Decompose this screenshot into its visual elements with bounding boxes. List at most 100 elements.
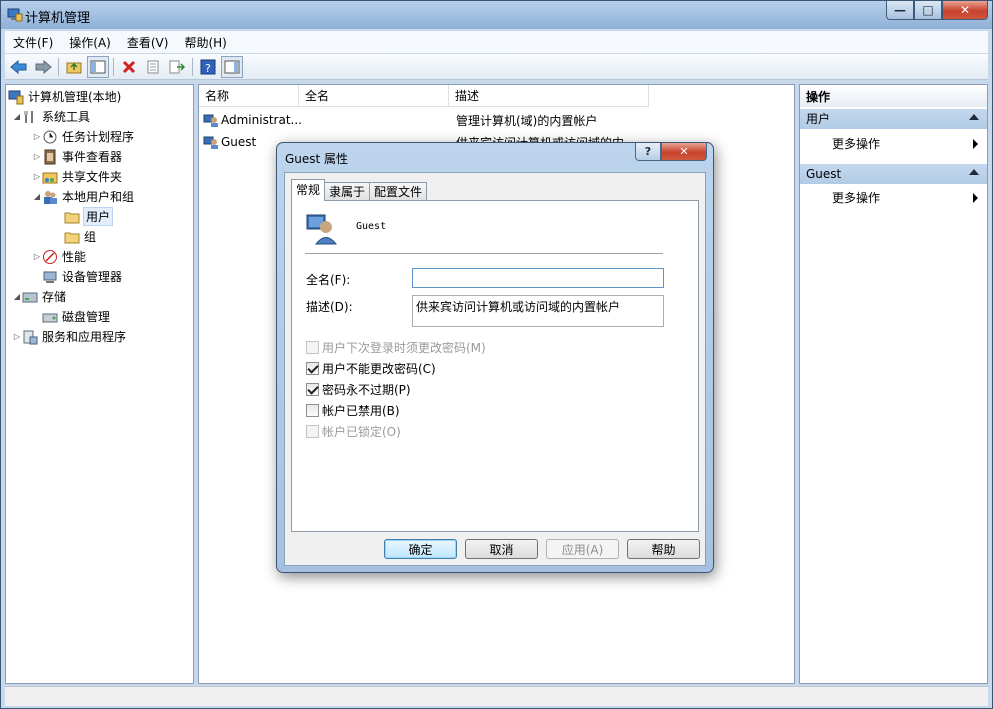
collapse-triangle-icon[interactable]: [969, 114, 979, 120]
shared-folder-icon: [42, 169, 58, 185]
help-button[interactable]: 帮助: [627, 539, 700, 559]
tree-label: 组: [84, 230, 97, 244]
folder-icon: [64, 229, 80, 245]
checkbox-label: 帐户已禁用(B): [322, 403, 400, 418]
tree-item-disk-management[interactable]: 磁盘管理: [42, 307, 110, 326]
password-never-expires-checkbox[interactable]: 密码永不过期(P): [306, 381, 411, 397]
more-actions-label: 更多操作: [832, 191, 881, 205]
actions-section-guest[interactable]: Guest: [800, 164, 987, 184]
list-cell-description: 管理计算机(域)的内置帐户: [456, 113, 598, 128]
cannot-change-password-checkbox[interactable]: 用户不能更改密码(C): [306, 360, 436, 376]
cancel-button[interactable]: 取消: [465, 539, 538, 559]
menu-action[interactable]: 操作(A): [61, 34, 119, 51]
tree-label: 本地用户和组: [62, 190, 135, 204]
folder-icon: [64, 209, 80, 225]
tree-label: 系统工具: [42, 110, 91, 124]
must-change-password-checkbox[interactable]: 用户下次登录时须更改密码(M): [306, 339, 486, 355]
dialog-help-button[interactable]: ?: [635, 143, 661, 161]
up-folder-icon[interactable]: [63, 56, 85, 78]
full-name-field[interactable]: [412, 268, 664, 288]
minimize-button[interactable]: —: [886, 1, 914, 20]
tree-item-device-manager[interactable]: 设备管理器: [42, 267, 122, 286]
tree-item-groups[interactable]: 组: [64, 227, 96, 246]
menu-help[interactable]: 帮助(H): [176, 34, 234, 51]
tree-label: 设备管理器: [62, 270, 123, 284]
tree-item-performance[interactable]: ▷ 性能: [32, 247, 86, 266]
window-title: 计算机管理: [25, 11, 91, 26]
checkbox-box[interactable]: [306, 403, 319, 417]
disk-management-icon: [42, 309, 58, 325]
apply-button[interactable]: 应用(A): [546, 539, 619, 559]
actions-header: 操作: [800, 87, 987, 107]
tree-item-users[interactable]: 用户: [64, 207, 114, 226]
column-header-full-name[interactable]: 全名: [299, 85, 449, 107]
device-manager-icon: [42, 269, 58, 285]
user-icon: [203, 112, 219, 128]
services-apps-icon: [22, 329, 38, 345]
actions-pane: 操作 用户 更多操作 Guest 更多操作: [799, 84, 988, 684]
user-icon: [203, 134, 219, 150]
menu-file[interactable]: 文件(F): [5, 34, 61, 51]
tree-item-local-users-groups[interactable]: ◢ 本地用户和组: [32, 187, 134, 206]
expand-arrow-icon[interactable]: ▷: [32, 172, 42, 181]
forward-arrow-icon[interactable]: [32, 56, 54, 78]
collapse-arrow-icon[interactable]: ◢: [12, 112, 22, 121]
account-disabled-checkbox[interactable]: 帐户已禁用(B): [306, 402, 400, 418]
tab-member-of[interactable]: 隶属于: [324, 182, 371, 201]
maximize-button[interactable]: □: [914, 1, 942, 20]
account-locked-checkbox[interactable]: 帐户已锁定(O): [306, 423, 401, 439]
collapse-triangle-icon[interactable]: [969, 169, 979, 175]
tree-item-system-tools[interactable]: ◢ 系统工具: [12, 107, 90, 126]
ok-button[interactable]: 确定: [384, 539, 457, 559]
toolbar-separator: [192, 57, 193, 76]
collapse-arrow-icon[interactable]: ◢: [32, 192, 42, 201]
expand-arrow-icon[interactable]: ▷: [32, 132, 42, 141]
more-actions-users[interactable]: 更多操作: [832, 135, 982, 153]
export-list-icon[interactable]: [166, 56, 188, 78]
checkbox-box[interactable]: [306, 361, 319, 375]
back-arrow-icon[interactable]: [8, 56, 30, 78]
dialog-body: 常规 隶属于 配置文件 Guest 全名(F): 描述(D): 供来宾访问计算机…: [284, 172, 706, 566]
toolbar-separator: [58, 57, 59, 76]
performance-icon: [42, 249, 58, 265]
tree-item-shared-folders[interactable]: ▷ 共享文件夹: [32, 167, 122, 186]
actions-section-users[interactable]: 用户: [800, 109, 987, 129]
computer-management-icon: [7, 8, 23, 22]
tab-general[interactable]: 常规: [291, 179, 326, 201]
tree-item-event-viewer[interactable]: ▷ 事件查看器: [32, 147, 122, 166]
close-button[interactable]: ✕: [942, 1, 988, 20]
dialog-tabs: 常规 隶属于 配置文件: [291, 179, 428, 201]
expand-arrow-icon[interactable]: ▷: [32, 152, 42, 161]
collapse-arrow-icon[interactable]: ◢: [12, 292, 22, 301]
system-tools-icon: [22, 109, 38, 125]
checkbox-box[interactable]: [306, 424, 319, 438]
more-actions-guest[interactable]: 更多操作: [832, 189, 982, 207]
checkbox-label: 帐户已锁定(O): [322, 424, 401, 439]
checkbox-box[interactable]: [306, 340, 319, 354]
expand-arrow-icon[interactable]: ▷: [32, 252, 42, 261]
tree-item-storage[interactable]: ◢ 存储: [12, 287, 66, 306]
delete-icon[interactable]: [118, 56, 140, 78]
column-header-description[interactable]: 描述: [449, 85, 649, 107]
column-header-name[interactable]: 名称: [199, 85, 299, 107]
tab-profile[interactable]: 配置文件: [369, 182, 428, 201]
show-hide-tree-icon[interactable]: [87, 55, 109, 78]
tree-item-computer-management[interactable]: 计算机管理(本地): [8, 87, 121, 106]
dialog-close-button[interactable]: ✕: [661, 143, 707, 161]
description-field[interactable]: 供来宾访问计算机或访问域的内置帐户: [412, 295, 664, 327]
properties-icon[interactable]: [142, 56, 164, 78]
checkbox-label: 用户下次登录时须更改密码(M): [322, 340, 486, 355]
tree-label: 磁盘管理: [62, 310, 111, 324]
list-cell-name: Administrat...: [221, 113, 302, 127]
expand-arrow-icon[interactable]: ▷: [12, 332, 22, 341]
tree-item-task-scheduler[interactable]: ▷ 任务计划程序: [32, 127, 134, 146]
menu-view[interactable]: 查看(V): [119, 34, 177, 51]
navigation-tree: 计算机管理(本地) ◢ 系统工具 ▷ 任务计划程序 ▷ 事件查看器 ▷ 共享文件…: [5, 84, 194, 684]
checkbox-box[interactable]: [306, 382, 319, 396]
help-icon[interactable]: ?: [197, 56, 219, 78]
title-bar[interactable]: 计算机管理 — □ ✕: [1, 1, 992, 29]
list-item-administrator[interactable]: Administrat... 管理计算机(域)的内置帐户: [203, 110, 653, 130]
show-action-pane-icon[interactable]: [221, 55, 243, 78]
tree-label: 用户: [82, 207, 114, 226]
tree-item-services-apps[interactable]: ▷ 服务和应用程序: [12, 327, 126, 346]
